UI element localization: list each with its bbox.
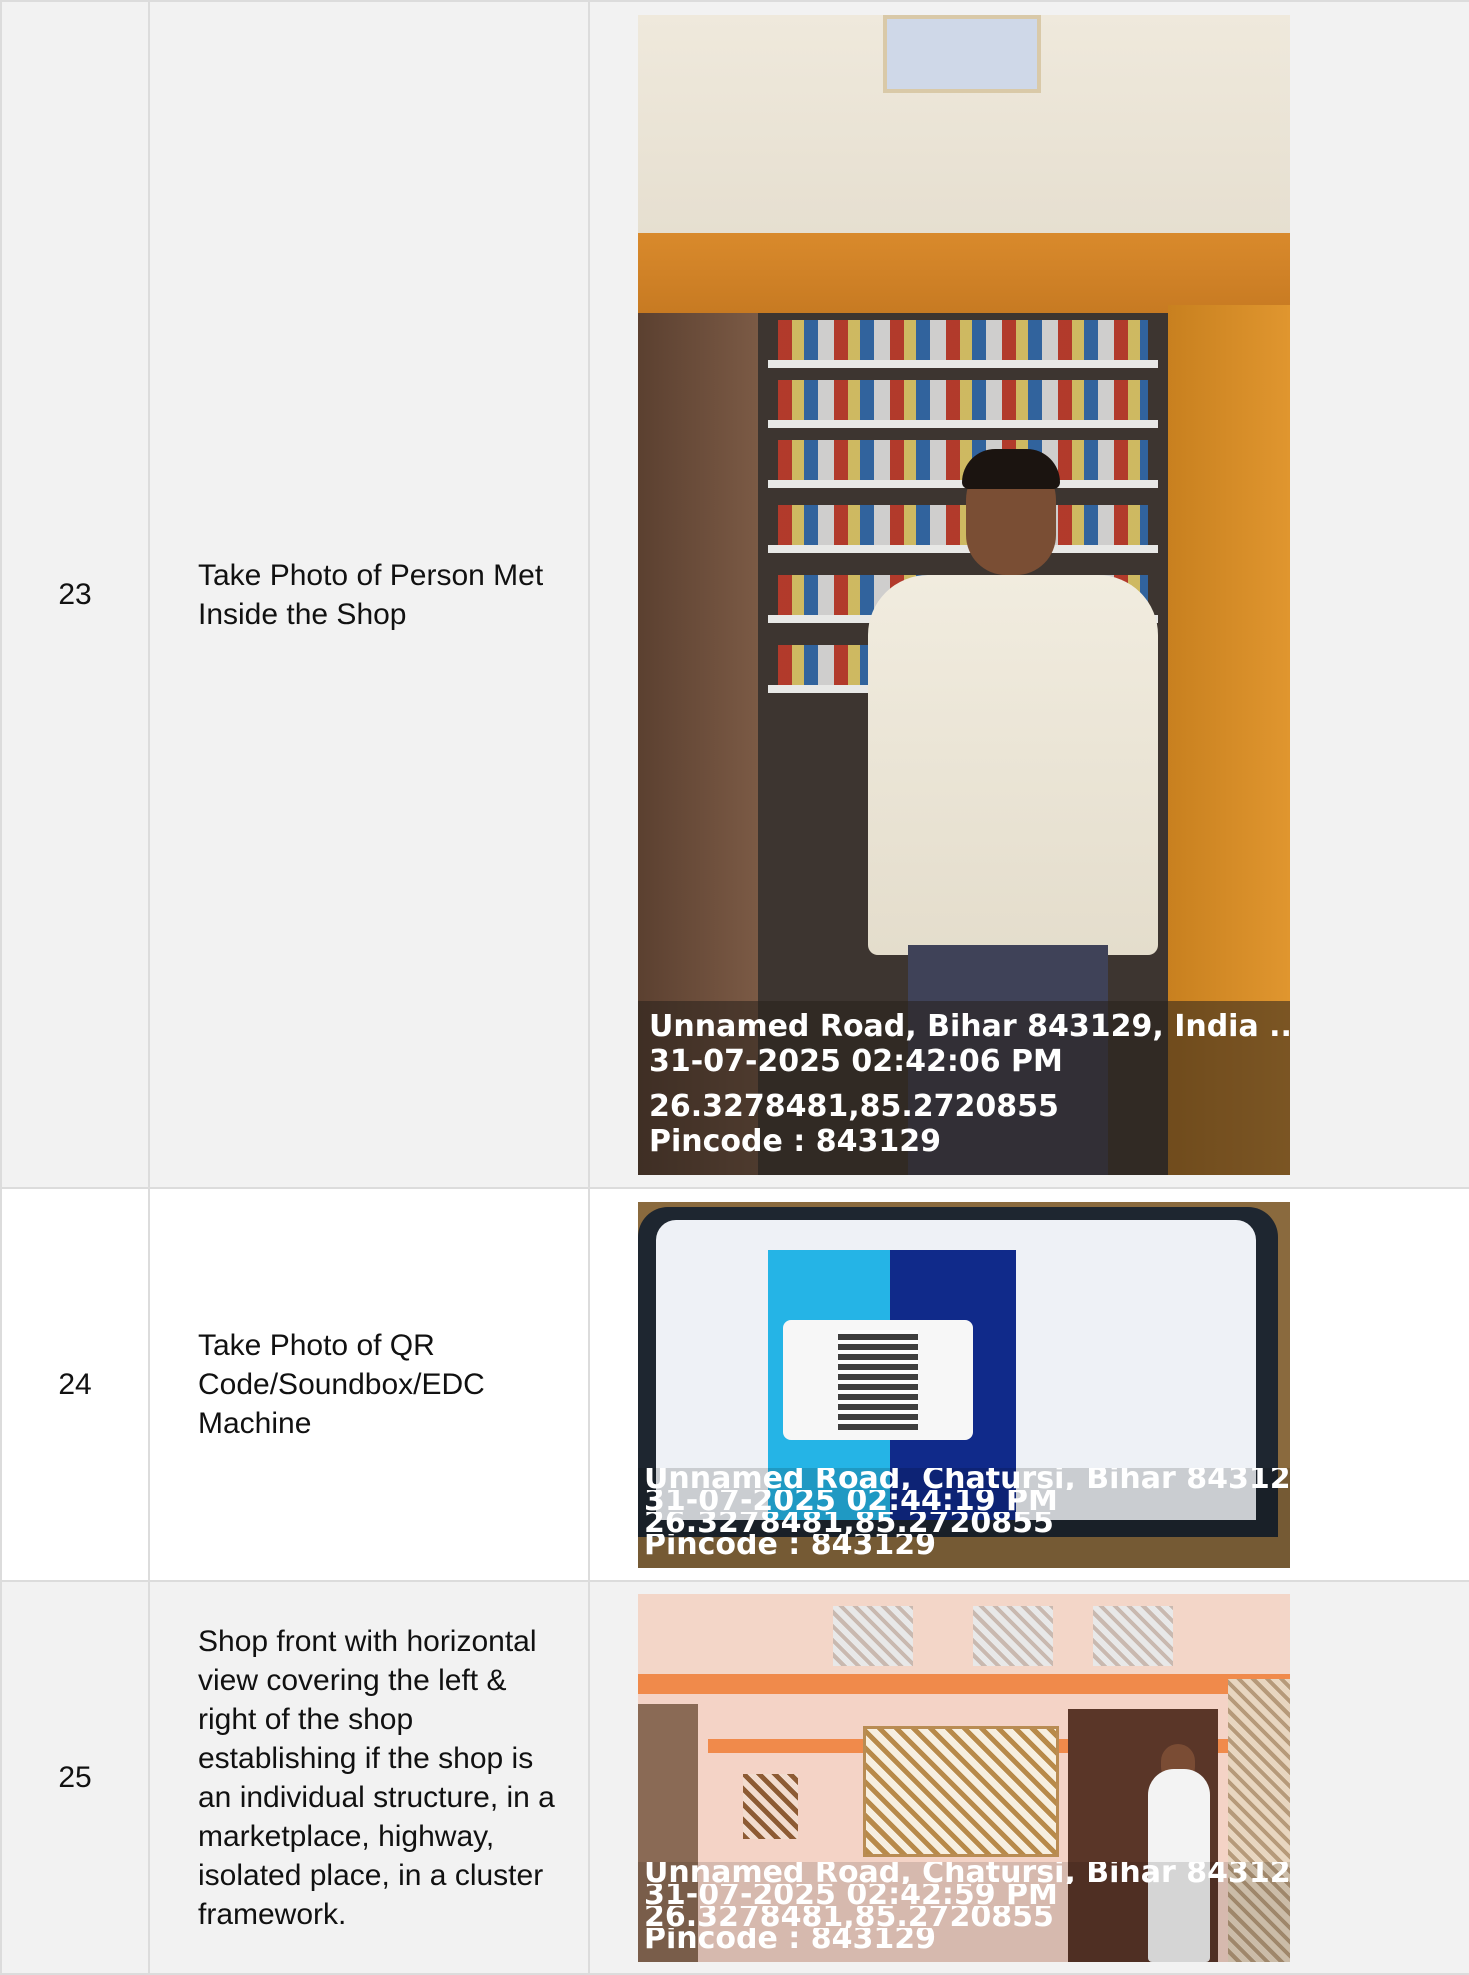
photo-cell: Unnamed Road, Chatursi, Bihar 843129, In…: [588, 1580, 1469, 1975]
row-number: 24: [0, 1187, 150, 1582]
geotag-coordinates: 26.3278481,85.2720855: [649, 1088, 1059, 1124]
table-row: 24 Take Photo of QR Code/Soundbox/EDC Ma…: [0, 1187, 1469, 1582]
qr-code-photo[interactable]: Unnamed Road, Chatursi, Bihar 843129, In…: [638, 1201, 1290, 1568]
geotag-pincode: Pincode : 843129: [644, 1533, 936, 1556]
shop-front-photo[interactable]: Unnamed Road, Chatursi, Bihar 843129, In…: [638, 1593, 1290, 1962]
geotag-address: Unnamed Road, Chatursi, Bihar 843129, In…: [644, 1861, 1290, 1884]
verification-table: 23 Take Photo of Person Met Inside the S…: [0, 0, 1469, 1975]
photo-geotag-overlay: Unnamed Road, Bihar 843129, India ... 31…: [638, 1000, 1290, 1175]
geotag-address: Unnamed Road, Bihar 843129, India ...: [649, 1008, 1290, 1044]
qr-code-icon: [838, 1329, 918, 1430]
geotag-coordinates: 26.3278481,85.2720855: [644, 1905, 1054, 1928]
geotag-pincode: Pincode : 843129: [649, 1123, 941, 1159]
photo-cell: Unnamed Road, Bihar 843129, India ... 31…: [588, 0, 1469, 1189]
geotag-coordinates: 26.3278481,85.2720855: [644, 1511, 1054, 1534]
row-description: Take Photo of Person Met Inside the Shop: [148, 0, 590, 1189]
photo-geotag-overlay: Unnamed Road, Chatursi, Bihar 843129, In…: [638, 1861, 1290, 1962]
photo-geotag-overlay: Unnamed Road, Chatursi, Bihar 843129, In…: [638, 1467, 1290, 1568]
table-row: 23 Take Photo of Person Met Inside the S…: [0, 0, 1469, 1189]
geotag-address: Unnamed Road, Chatursi, Bihar 843129, In…: [644, 1467, 1290, 1490]
geotag-pincode: Pincode : 843129: [644, 1927, 936, 1950]
geotag-timestamp: 31-07-2025 02:42:06 PM: [649, 1043, 1063, 1079]
table-row: 25 Shop front with horizontal view cover…: [0, 1580, 1469, 1975]
row-description: Shop front with horizontal view covering…: [148, 1580, 590, 1975]
row-description: Take Photo of QR Code/Soundbox/EDC Machi…: [148, 1187, 590, 1582]
geotag-timestamp: 31-07-2025 02:44:19 PM: [644, 1489, 1058, 1512]
geotag-timestamp: 31-07-2025 02:42:59 PM: [644, 1883, 1058, 1906]
row-number: 23: [0, 0, 150, 1189]
photo-cell: Unnamed Road, Chatursi, Bihar 843129, In…: [588, 1187, 1469, 1582]
row-number: 25: [0, 1580, 150, 1975]
person-photo[interactable]: Unnamed Road, Bihar 843129, India ... 31…: [638, 14, 1290, 1175]
